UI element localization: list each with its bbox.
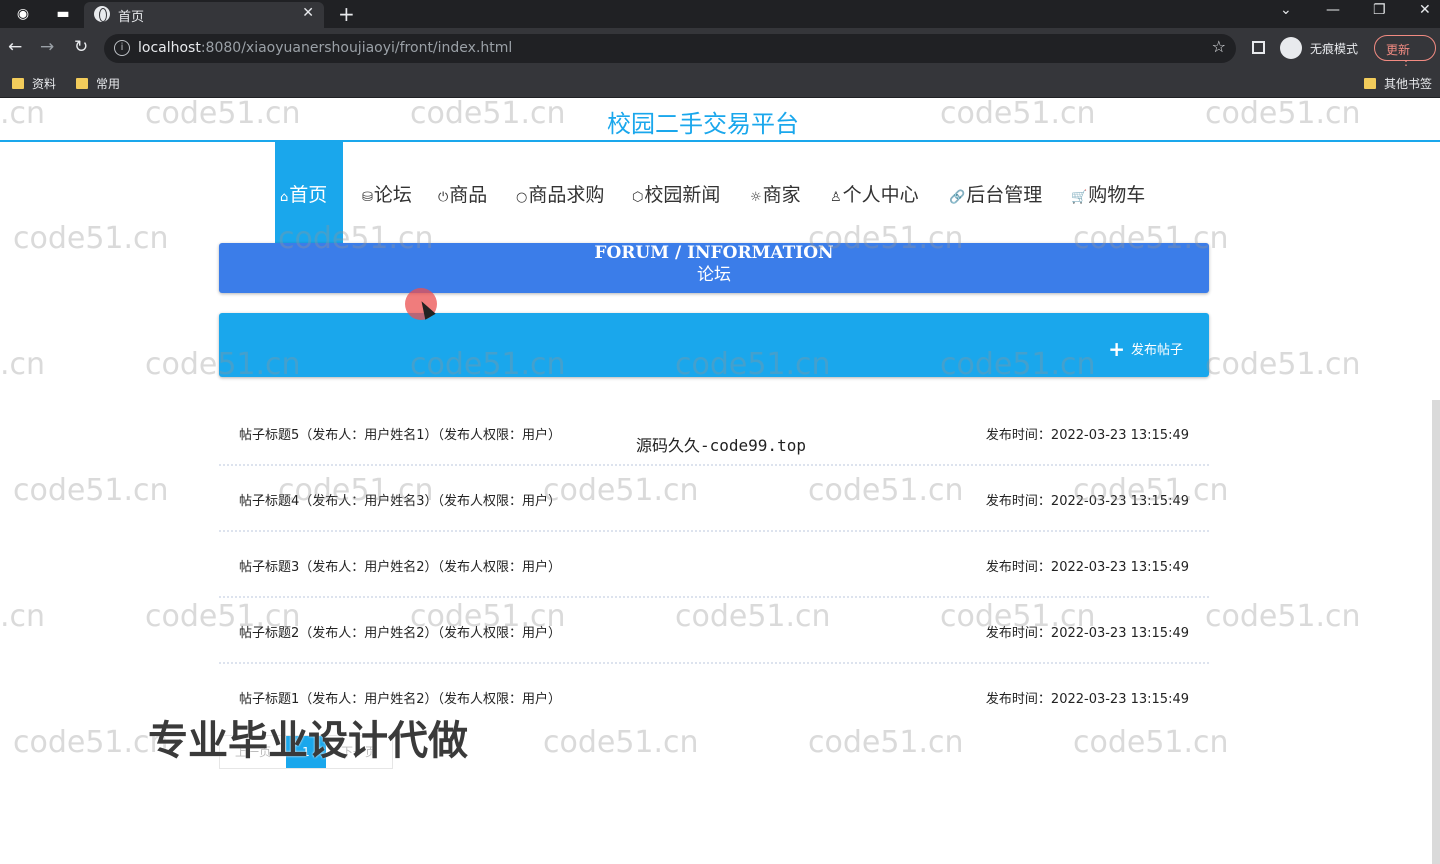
watermark: code51.cn xyxy=(1073,725,1229,760)
publish-post-label: 发布帖子 xyxy=(1130,343,1183,358)
cart-icon: 🛒 xyxy=(1071,190,1088,205)
tab-list-icon[interactable]: ▬ xyxy=(54,5,72,23)
watermark: .cn xyxy=(0,347,46,382)
nav-label: 首页 xyxy=(289,184,328,206)
post-title[interactable]: 帖子标题5（发布人：用户姓名1）（发布人权限：用户） xyxy=(239,424,561,443)
tab-search-icon[interactable]: ⌄ xyxy=(1280,2,1292,18)
nav-item-forum[interactable]: ⛁论坛 xyxy=(362,142,412,242)
site-header: 校园二手交易平台 xyxy=(0,100,1440,142)
other-bookmarks[interactable]: 其他书签 xyxy=(1364,75,1432,92)
post-title[interactable]: 帖子标题1（发布人：用户姓名2）（发布人权限：用户） xyxy=(239,688,561,707)
nav-label: 后台管理 xyxy=(966,184,1043,206)
back-button[interactable]: ← xyxy=(8,37,22,57)
nav-label: 商品求购 xyxy=(528,184,605,206)
bookmark-folder-1[interactable]: 资料 xyxy=(12,75,56,92)
window-close-button[interactable]: ✕ xyxy=(1419,2,1431,18)
tab-title: 首页 xyxy=(118,10,145,25)
bookmark-folder-2[interactable]: 常用 xyxy=(76,75,120,92)
bookmark-label: 资料 xyxy=(32,77,57,91)
url-text: localhost:8080/xiaoyuanershoujiaoyi/fron… xyxy=(138,40,512,56)
reload-button[interactable]: ↻ xyxy=(74,37,88,57)
incognito-label: 无痕模式 xyxy=(1310,42,1359,56)
plus-icon: + xyxy=(1108,337,1125,361)
nav-item-home[interactable]: ⌂首页 xyxy=(275,142,343,244)
bookmarks-bar: 资料 常用 其他书签 xyxy=(0,68,1440,98)
post-title[interactable]: 帖子标题4（发布人：用户姓名3）（发布人权限：用户） xyxy=(239,490,561,509)
nav-label: 校园新闻 xyxy=(644,184,721,206)
power-icon: ⏻ xyxy=(438,190,449,205)
forward-button[interactable]: → xyxy=(40,37,54,57)
side-panel-icon[interactable] xyxy=(1252,41,1265,54)
site-info-icon[interactable]: i xyxy=(114,40,130,56)
post-title[interactable]: 帖子标题3（发布人：用户姓名2）（发布人权限：用户） xyxy=(239,556,561,575)
watermark: code51.cn xyxy=(13,221,169,256)
list-item[interactable]: 帖子标题4（发布人：用户姓名3）（发布人权限：用户） 发布时间：2022-03-… xyxy=(219,466,1209,532)
nav-item-products[interactable]: ⏻商品 xyxy=(438,142,487,242)
watermark: code51.cn xyxy=(1205,599,1361,634)
bookmark-star-icon[interactable]: ☆ xyxy=(1212,37,1226,56)
url-field[interactable]: i localhost:8080/xiaoyuanershoujiaoyi/fr… xyxy=(104,34,1236,63)
update-label: 更新 xyxy=(1386,43,1411,57)
folder-icon xyxy=(1364,78,1376,89)
browser-logo-icon: ◉ xyxy=(16,6,30,22)
minimize-button[interactable]: — xyxy=(1326,2,1340,18)
new-tab-button[interactable]: + xyxy=(338,2,355,26)
tab-home[interactable]: 首页 ✕ xyxy=(84,2,324,28)
watermark: code51.cn xyxy=(13,473,169,508)
home-icon: ⌂ xyxy=(280,190,289,205)
folder-icon xyxy=(12,78,24,89)
post-time: 发布时间：2022-03-23 13:15:49 xyxy=(985,428,1189,443)
globe-icon xyxy=(94,6,110,22)
action-bar: + 发布帖子 xyxy=(219,313,1209,377)
post-title[interactable]: 帖子标题2（发布人：用户姓名2）（发布人权限：用户） xyxy=(239,622,561,641)
url-path: :8080/xiaoyuanershoujiaoyi/front/index.h… xyxy=(200,40,513,56)
update-button[interactable]: 更新⋮ xyxy=(1374,35,1436,72)
nav-item-cart[interactable]: 🛒购物车 xyxy=(1071,142,1145,242)
nav-item-admin[interactable]: 🔗后台管理 xyxy=(949,142,1042,242)
user-icon: ♙ xyxy=(830,190,842,205)
publish-post-button[interactable]: + 发布帖子 xyxy=(1108,337,1183,361)
banner-chinese-title: 论坛 xyxy=(697,265,731,285)
address-bar-row: ← → ↻ i localhost:8080/xiaoyuanershoujia… xyxy=(0,28,1440,72)
close-tab-icon[interactable]: ✕ xyxy=(302,5,314,21)
nav-label: 论坛 xyxy=(373,184,412,206)
site-title: 校园二手交易平台 xyxy=(607,110,799,138)
scrollbar[interactable] xyxy=(1432,400,1440,864)
nav-label: 购物车 xyxy=(1088,184,1146,206)
restore-button[interactable]: ❐ xyxy=(1373,2,1386,18)
cube-icon: ⬡ xyxy=(632,190,644,205)
url-host: localhost xyxy=(138,40,201,56)
nav-label: 个人中心 xyxy=(842,184,919,206)
post-time: 发布时间：2022-03-23 13:15:49 xyxy=(985,692,1189,707)
nav-label: 商家 xyxy=(762,184,801,206)
post-time: 发布时间：2022-03-23 13:15:49 xyxy=(985,626,1189,641)
source-watermark-text: 源码久久-code99.top xyxy=(636,436,806,455)
section-banner: FORUM / INFORMATION 论坛 xyxy=(219,243,1209,293)
other-bookmarks-label: 其他书签 xyxy=(1384,77,1433,91)
incognito-icon[interactable] xyxy=(1280,37,1302,59)
ad-overlay-text: 专业毕业设计代做 xyxy=(148,718,468,764)
list-item[interactable]: 帖子标题3（发布人：用户姓名2）（发布人权限：用户） 发布时间：2022-03-… xyxy=(219,532,1209,598)
nav-item-profile[interactable]: ♙个人中心 xyxy=(830,142,919,242)
nav-item-news[interactable]: ⬡校园新闻 xyxy=(632,142,720,242)
circle-icon: ○ xyxy=(516,190,528,205)
folder-icon xyxy=(76,78,88,89)
watermark: code51.cn xyxy=(13,725,169,760)
nav-item-wanted[interactable]: ○商品求购 xyxy=(516,142,604,242)
database-icon: ⛁ xyxy=(362,190,373,205)
list-item[interactable]: 帖子标题2（发布人：用户姓名2）（发布人权限：用户） 发布时间：2022-03-… xyxy=(219,598,1209,664)
watermark: code51.cn xyxy=(1205,347,1361,382)
nav-item-merchants[interactable]: ☼商家 xyxy=(750,142,801,242)
browser-tab-bar: ◉ ▬ 首页 ✕ + ⌄ — ❐ ✕ xyxy=(0,0,1440,28)
watermark: code51.cn xyxy=(543,725,699,760)
sun-icon: ☼ xyxy=(750,190,762,205)
post-time: 发布时间：2022-03-23 13:15:49 xyxy=(985,494,1189,509)
banner-english-title: FORUM / INFORMATION xyxy=(594,243,834,263)
watermark: code51.cn xyxy=(808,725,964,760)
watermark: .cn xyxy=(0,599,46,634)
link-icon: 🔗 xyxy=(949,190,966,205)
nav-label: 商品 xyxy=(449,184,488,206)
bookmark-label: 常用 xyxy=(96,77,121,91)
post-time: 发布时间：2022-03-23 13:15:49 xyxy=(985,560,1189,575)
